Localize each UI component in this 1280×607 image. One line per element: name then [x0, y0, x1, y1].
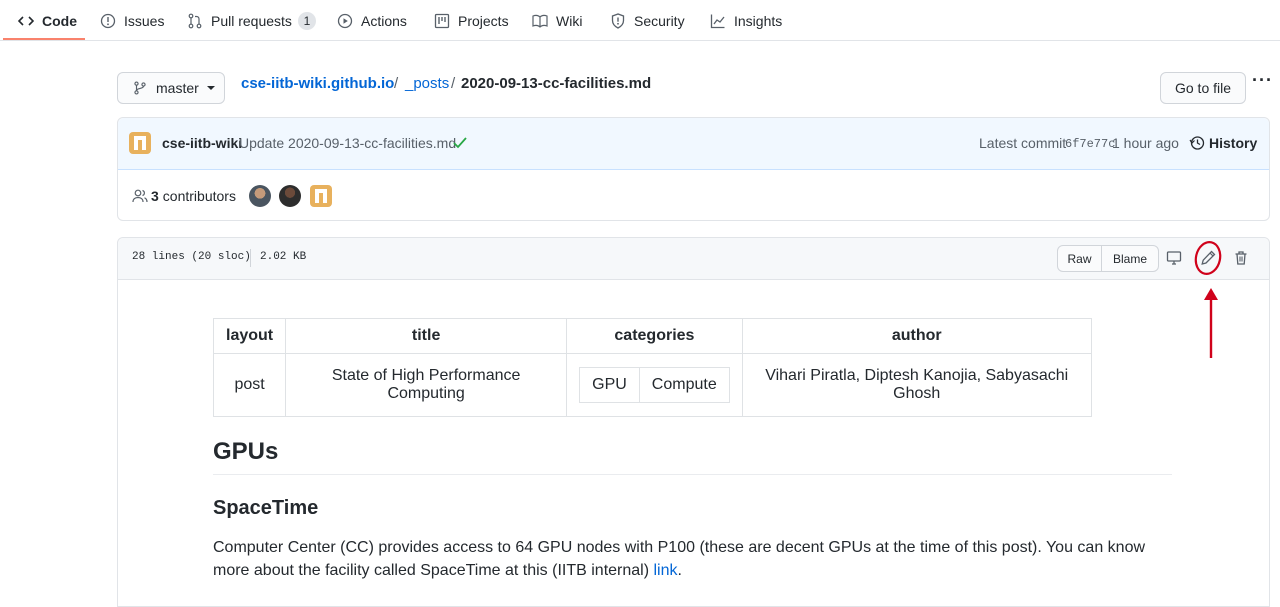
tab-code[interactable]: Code [18, 0, 77, 41]
check-icon [453, 137, 467, 149]
tab-pull-requests-label: Pull requests [211, 12, 292, 29]
breadcrumb-repo[interactable]: cse-iitb-wiki.github.io [241, 75, 394, 92]
active-tab-indicator [3, 38, 85, 40]
table-header: categories [566, 318, 743, 354]
book-icon [532, 14, 548, 28]
author-avatar-icon [129, 132, 151, 154]
people-icon [132, 189, 148, 203]
contributor-avatar[interactable] [310, 185, 332, 207]
heading-gpus: GPUs [213, 438, 1172, 475]
table-cell: Vihari Piratla, Diptesh Kanojia, Sabyasa… [741, 353, 1092, 417]
tab-actions[interactable]: Actions [337, 0, 407, 41]
history-link[interactable]: History [1189, 135, 1257, 151]
tab-projects[interactable]: Projects [434, 0, 509, 41]
blame-button[interactable]: Blame [1101, 245, 1159, 272]
tab-insights-label: Insights [734, 12, 783, 29]
heading-spacetime: SpaceTime [213, 497, 319, 519]
shield-icon [611, 12, 625, 29]
desktop-icon[interactable] [1166, 250, 1182, 266]
commit-author[interactable]: cse-iitb-wiki [162, 135, 242, 151]
commit-message[interactable]: Update 2020-09-13-cc-facilities.md [239, 135, 456, 151]
commit-sha[interactable]: 6f7e77c [1065, 137, 1115, 151]
repo-nav: Code Issues Pull requests 1 Actions Proj… [0, 0, 1280, 41]
table-row: post State of High Performance Computing… [212, 353, 1092, 417]
table-header: author [741, 318, 1092, 354]
file-lines: 28 lines (20 sloc) [132, 251, 251, 263]
latest-commit-label: Latest commit [979, 135, 1067, 151]
issue-icon [100, 13, 116, 28]
internal-link[interactable]: link [653, 562, 677, 579]
commit-time: 1 hour ago [1112, 135, 1179, 151]
pull-request-icon [188, 13, 202, 28]
contributor-avatar[interactable] [249, 185, 271, 207]
pull-requests-count: 1 [297, 11, 316, 30]
breadcrumb-folder[interactable]: _posts [405, 75, 449, 92]
table-cell: GPU Compute [566, 353, 743, 417]
branch-name: master [156, 80, 199, 96]
history-label: History [1209, 135, 1258, 151]
contributors-link[interactable]: 3 contributors [132, 188, 236, 204]
more-options-button[interactable]: ··· [1252, 70, 1273, 91]
contributors-label: contributors [162, 188, 236, 204]
tab-pull-requests[interactable]: Pull requests 1 [187, 0, 316, 41]
tab-code-label: Code [42, 12, 77, 29]
categories-table: GPU Compute [579, 367, 730, 403]
play-icon [337, 13, 353, 28]
raw-button[interactable]: Raw [1057, 245, 1102, 272]
project-icon [434, 13, 450, 28]
front-matter-table: layout title categories author post Stat… [212, 318, 1092, 417]
contributor-avatar[interactable] [279, 185, 301, 207]
branch-icon [134, 81, 146, 95]
go-to-file-button[interactable]: Go to file [1160, 72, 1246, 104]
tab-projects-label: Projects [458, 12, 509, 29]
contributors-count: 3 [151, 188, 159, 204]
tab-insights[interactable]: Insights [710, 0, 782, 41]
caret-down-icon [206, 86, 215, 90]
table-header: title [285, 318, 568, 354]
file-size: 2.02 KB [260, 251, 307, 263]
code-icon [18, 15, 34, 26]
breadcrumb-separator: / [394, 75, 399, 92]
table-cell: post [212, 353, 287, 417]
table-cell: State of High Performance Computing [285, 353, 568, 417]
table-header: layout [212, 318, 287, 354]
breadcrumb-file: 2020-09-13-cc-facilities.md [461, 75, 652, 92]
tab-issues[interactable]: Issues [100, 0, 164, 41]
trash-icon[interactable] [1233, 250, 1249, 266]
tab-security-label: Security [634, 12, 685, 29]
branch-selector[interactable]: master [117, 72, 225, 104]
category-cell: GPU [579, 367, 640, 403]
annotation-highlight [1194, 241, 1222, 358]
category-cell: Compute [638, 367, 730, 403]
paragraph: Computer Center (CC) provides access to … [213, 536, 1173, 582]
tab-actions-label: Actions [361, 12, 407, 29]
file-info-divider [250, 249, 251, 267]
tab-issues-label: Issues [124, 12, 165, 29]
graph-icon [710, 14, 725, 28]
tab-security[interactable]: Security [610, 0, 685, 41]
tab-wiki-label: Wiki [556, 12, 583, 29]
tab-wiki[interactable]: Wiki [532, 0, 582, 41]
history-icon [1189, 136, 1205, 150]
paragraph-end: . [677, 562, 682, 579]
breadcrumb-separator: / [451, 75, 456, 92]
